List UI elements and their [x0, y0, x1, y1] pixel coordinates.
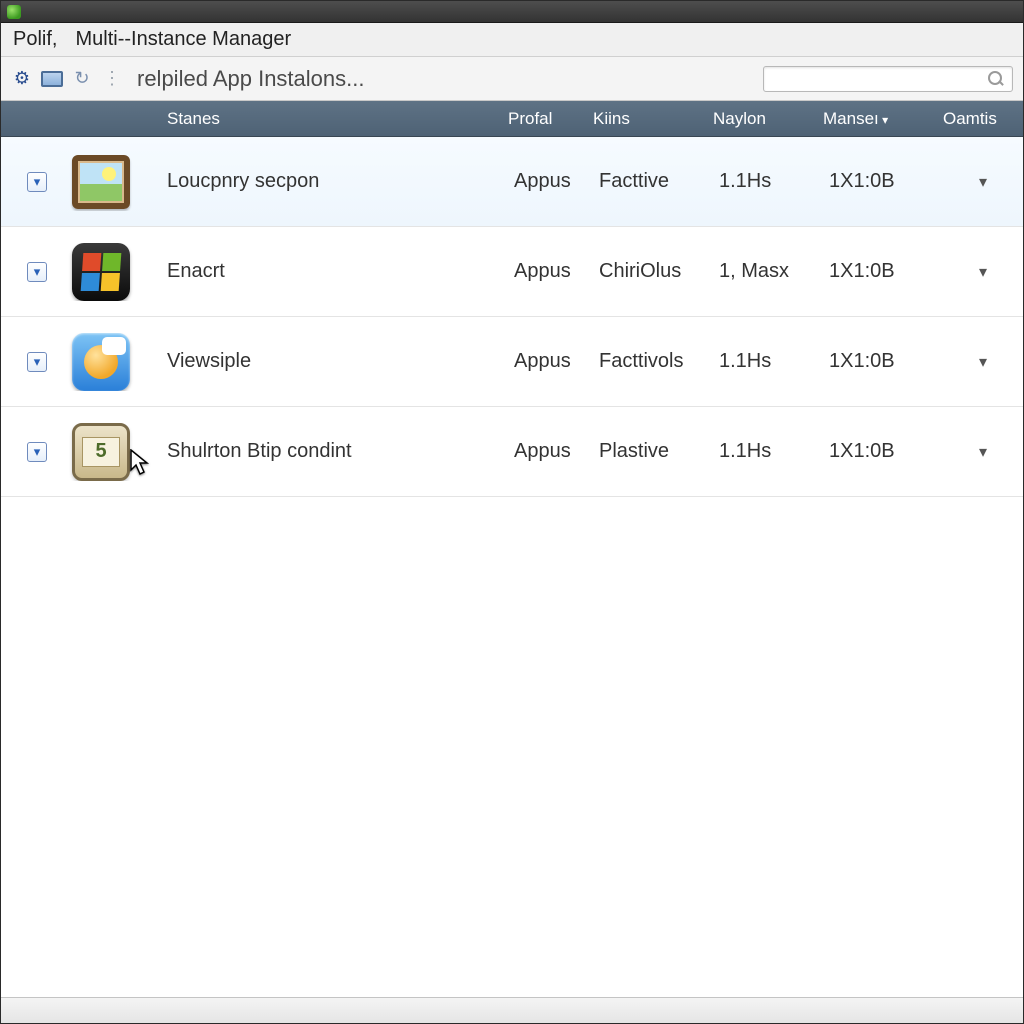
row-naylon: 1.1Hs [713, 440, 823, 463]
row-manse: 1X1:0B [823, 260, 943, 283]
row-naylon: 1.1Hs [713, 350, 823, 373]
table-row[interactable]: Loucpnry secpon Appus Facttive 1.1Hs 1X1… [1, 137, 1023, 227]
row-kins: ChiriOlus [593, 260, 713, 283]
menubar: Polif, Multi--Instance Manager [1, 23, 1023, 57]
search-icon[interactable] [988, 71, 1004, 87]
row-actions-menu[interactable] [943, 352, 1023, 372]
menu-item-multi-instance-manager[interactable]: Multi--Instance Manager [75, 28, 291, 51]
row-dropdown-toggle[interactable] [27, 172, 47, 192]
gear-icon[interactable] [11, 68, 33, 90]
menu-item-polif[interactable]: Polif, [13, 28, 57, 51]
row-profal: Appus [508, 350, 593, 373]
col-naylon[interactable]: Naylon [707, 109, 817, 129]
app-icon-frame [72, 153, 130, 211]
table-header: Stanes Profal Kiins Naylon Manseı Oamtis [1, 101, 1023, 137]
row-dropdown-toggle[interactable] [27, 262, 47, 282]
table-row[interactable]: 5 Shulrton Btip condint Appus Plastive 1… [1, 407, 1023, 497]
row-name: Loucpnry secpon [161, 170, 508, 193]
row-actions-menu[interactable] [943, 172, 1023, 192]
titlebar[interactable] [1, 1, 1023, 23]
col-manse[interactable]: Manseı [817, 109, 937, 129]
col-oamtis[interactable]: Oamtis [937, 109, 1017, 129]
col-stanes[interactable]: Stanes [161, 109, 502, 129]
app-icon-chat [72, 333, 130, 391]
row-name: Viewsiple [161, 350, 508, 373]
table-row[interactable]: Viewsiple Appus Facttivols 1.1Hs 1X1:0B [1, 317, 1023, 407]
toolbar: relpiled App Instalons... [1, 57, 1023, 101]
monitor-icon[interactable] [41, 71, 63, 87]
row-manse: 1X1:0B [823, 350, 943, 373]
table-row[interactable]: Enacrt Appus ChiriOlus 1, Masx 1X1:0B [1, 227, 1023, 317]
app-icon [7, 5, 21, 19]
row-dropdown-toggle[interactable] [27, 442, 47, 462]
refresh-icon[interactable] [71, 68, 93, 90]
col-kins[interactable]: Kiins [587, 109, 707, 129]
search-input[interactable] [763, 66, 1013, 92]
app-icon-windows [72, 243, 130, 301]
toolbar-title: relpiled App Instalons... [137, 66, 364, 92]
col-profal[interactable]: Profal [502, 109, 587, 129]
row-kins: Plastive [593, 440, 713, 463]
table-body: Loucpnry secpon Appus Facttive 1.1Hs 1X1… [1, 137, 1023, 997]
app-icon-cert: 5 [72, 423, 130, 481]
row-profal: Appus [508, 170, 593, 193]
row-name: Shulrton Btip condint [161, 440, 508, 463]
app-window: Polif, Multi--Instance Manager relpiled … [0, 0, 1024, 1024]
row-dropdown-toggle[interactable] [27, 352, 47, 372]
row-kins: Facttivols [593, 350, 713, 373]
row-manse: 1X1:0B [823, 440, 943, 463]
row-actions-menu[interactable] [943, 262, 1023, 282]
row-actions-menu[interactable] [943, 442, 1023, 462]
row-name: Enacrt [161, 260, 508, 283]
row-naylon: 1, Masx [713, 260, 823, 283]
row-manse: 1X1:0B [823, 170, 943, 193]
row-kins: Facttive [593, 170, 713, 193]
row-profal: Appus [508, 440, 593, 463]
row-naylon: 1.1Hs [713, 170, 823, 193]
more-icon[interactable] [101, 68, 123, 90]
statusbar [1, 997, 1023, 1023]
search-field[interactable] [772, 71, 988, 87]
row-profal: Appus [508, 260, 593, 283]
